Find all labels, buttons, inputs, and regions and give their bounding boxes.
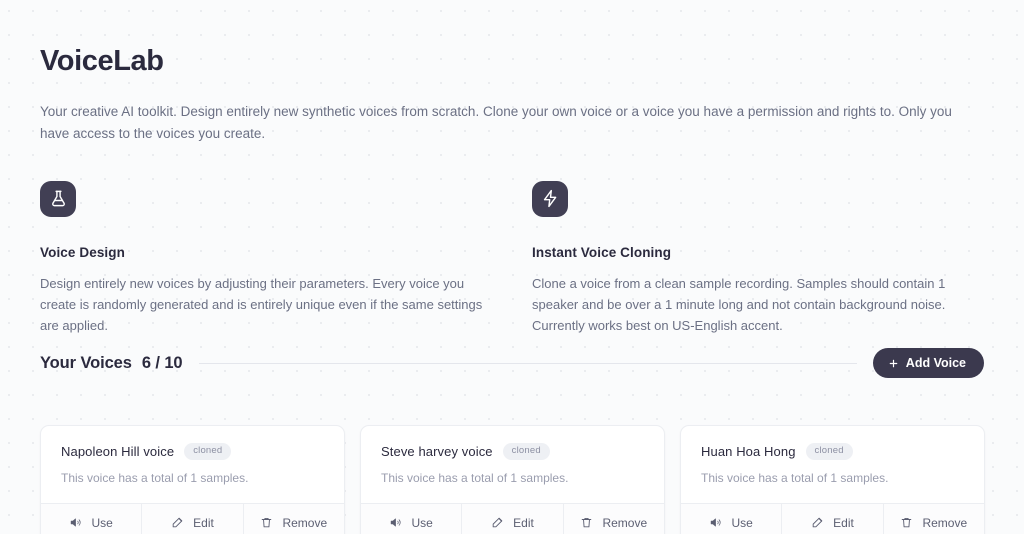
voice-name: Huan Hoa Hong: [701, 443, 796, 459]
your-voices-label: Your Voices: [40, 353, 132, 372]
voice-name-row: Huan Hoa Hong cloned: [701, 443, 964, 460]
voice-name: Napoleon Hill voice: [61, 443, 175, 459]
feature-instant-voice-cloning: Instant Voice Cloning Clone a voice from…: [532, 180, 984, 336]
status-badge: cloned: [184, 443, 232, 460]
speaker-icon: [389, 516, 402, 529]
voice-card[interactable]: Steve harvey voice cloned This voice has…: [360, 425, 665, 534]
voicelab-page: VoiceLab Your creative AI toolkit. Desig…: [0, 0, 1024, 534]
use-button[interactable]: Use: [41, 504, 141, 534]
feature-list: Voice Design Design entirely new voices …: [40, 180, 984, 336]
edit-label: Edit: [513, 515, 534, 530]
voice-card[interactable]: Napoleon Hill voice cloned This voice ha…: [40, 425, 345, 534]
voice-count: 6 / 10: [141, 353, 183, 372]
voice-sample-count: This voice has a total of 1 samples.: [61, 470, 249, 485]
edit-label: Edit: [193, 515, 214, 530]
edit-button[interactable]: Edit: [461, 503, 562, 534]
voice-name: Steve harvey voice: [381, 443, 493, 459]
voice-card-body: Napoleon Hill voice cloned This voice ha…: [41, 426, 344, 503]
pencil-icon: [171, 516, 184, 529]
use-label: Use: [411, 515, 433, 530]
voice-sample-count: This voice has a total of 1 samples.: [381, 470, 569, 485]
pencil-icon: [491, 516, 504, 529]
page-title: VoiceLab: [40, 45, 164, 77]
voice-card-body: Steve harvey voice cloned This voice has…: [361, 426, 664, 503]
remove-button[interactable]: Remove: [562, 503, 664, 534]
section-divider: [198, 362, 857, 364]
edit-button[interactable]: Edit: [141, 503, 242, 534]
add-voice-label: Add Voice: [905, 356, 966, 370]
feature-description: Clone a voice from a clean sample record…: [532, 275, 946, 333]
flask-icon: [40, 180, 76, 217]
pencil-icon: [811, 516, 824, 529]
lightning-bolt-icon: [532, 180, 568, 217]
speaker-icon: [709, 516, 722, 529]
feature-title: Voice Design: [40, 244, 125, 260]
voice-card[interactable]: Huan Hoa Hong cloned This voice has a to…: [680, 425, 985, 534]
feature-title: Instant Voice Cloning: [532, 244, 672, 260]
edit-label: Edit: [833, 515, 854, 530]
add-voice-button[interactable]: Add Voice: [872, 348, 984, 378]
voice-sample-count: This voice has a total of 1 samples.: [701, 470, 889, 485]
voice-card-actions: Use Edit Remove: [41, 502, 344, 534]
voice-card-actions: Use Edit Remove: [361, 502, 664, 534]
your-voices-bar: Your Voices 6 / 10 Add Voice: [40, 348, 984, 378]
trash-icon: [260, 516, 273, 529]
feature-description: Design entirely new voices by adjusting …: [40, 275, 483, 333]
use-label: Use: [731, 515, 753, 530]
speaker-icon: [69, 516, 82, 529]
page-description: Your creative AI toolkit. Design entirel…: [40, 103, 952, 141]
voice-name-row: Steve harvey voice cloned: [381, 443, 644, 460]
feature-voice-design: Voice Design Design entirely new voices …: [40, 180, 492, 336]
remove-button[interactable]: Remove: [242, 503, 344, 534]
voice-name-row: Napoleon Hill voice cloned: [61, 443, 324, 460]
remove-label: Remove: [282, 515, 328, 530]
use-button[interactable]: Use: [361, 504, 461, 534]
use-button[interactable]: Use: [681, 504, 781, 534]
remove-label: Remove: [922, 515, 968, 530]
remove-button[interactable]: Remove: [882, 503, 984, 534]
your-voices-heading: Your Voices 6 / 10: [40, 354, 183, 373]
voice-card-actions: Use Edit Remove: [681, 502, 984, 534]
voice-card-body: Huan Hoa Hong cloned This voice has a to…: [681, 426, 984, 503]
plus-icon: [888, 358, 899, 369]
trash-icon: [900, 516, 913, 529]
remove-label: Remove: [602, 515, 648, 530]
status-badge: cloned: [502, 443, 550, 460]
trash-icon: [580, 516, 593, 529]
use-label: Use: [91, 515, 113, 530]
voice-card-grid: Napoleon Hill voice cloned This voice ha…: [40, 425, 985, 534]
edit-button[interactable]: Edit: [781, 503, 882, 534]
status-badge: cloned: [805, 443, 853, 460]
